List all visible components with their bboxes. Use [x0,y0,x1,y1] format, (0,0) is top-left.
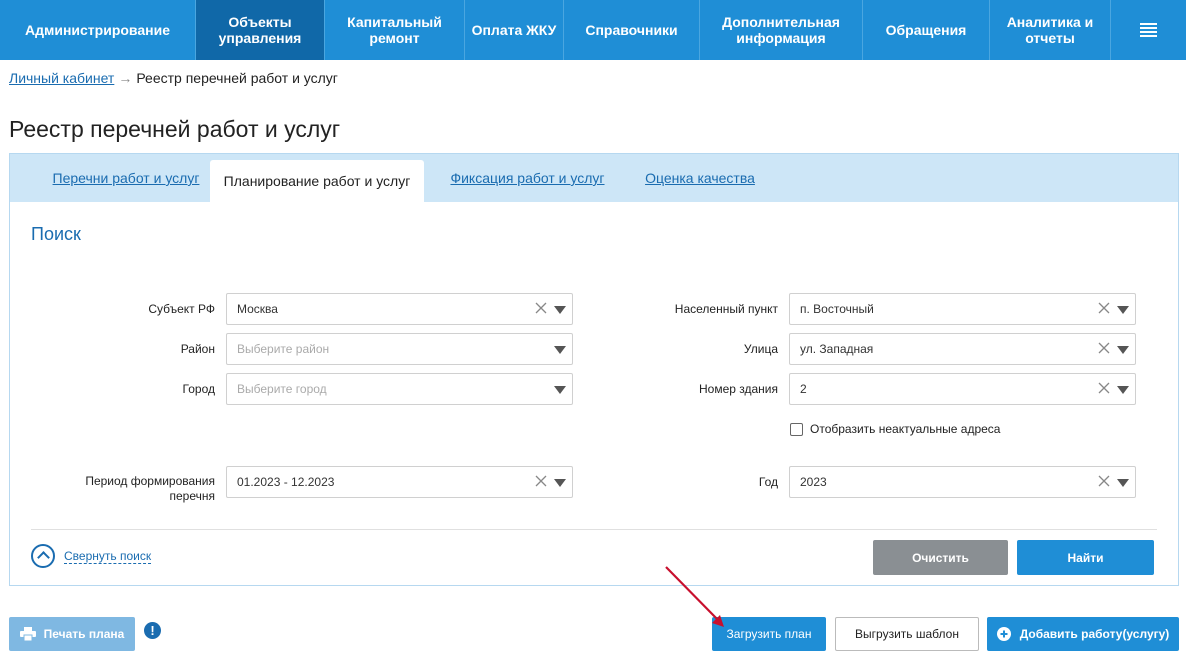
nav-item-appeals[interactable]: Обращения [863,0,990,60]
top-navigation: Администрирование Объекты управления Кап… [0,0,1186,60]
info-icon[interactable]: ! [144,622,161,639]
collapse-search-toggle[interactable]: Свернуть поиск [31,544,152,568]
breadcrumb-current: Реестр перечней работ и услуг [136,70,338,86]
period-value: 01.2023 - 12.2023 [237,475,335,489]
nav-item-utility-payment[interactable]: Оплата ЖКУ [465,0,564,60]
chevron-down-icon[interactable] [554,479,566,487]
nav-item-additional-info[interactable]: Дополнительная информация [700,0,863,60]
subject-label: Субъект РФ [148,302,215,316]
show-inactive-checkbox[interactable] [790,422,803,436]
street-select[interactable]: ул. Западная [789,333,1136,365]
chevron-down-icon[interactable] [1117,479,1129,487]
collapse-search-label: Свернуть поиск [64,548,152,564]
district-placeholder: Выберите район [237,342,330,356]
add-work-button[interactable]: Добавить работу(услугу) [987,617,1179,651]
print-plan-button[interactable]: Печать плана [9,617,135,651]
tab-work-lists[interactable]: Перечни работ и услуг [24,154,228,202]
breadcrumb: Личный кабинет → Реестр перечней работ и у… [9,70,338,86]
search-title: Поиск [31,224,81,244]
chevron-up-icon [31,544,55,568]
clear-icon[interactable] [1097,474,1111,488]
divider [31,529,1157,530]
street-value: ул. Западная [800,342,874,356]
show-inactive-checkbox-row[interactable]: Отобразить неактуальные адреса [790,422,1000,436]
year-label: Год [758,475,778,489]
period-label: Период формирования перечня [85,474,215,503]
clear-icon[interactable] [534,301,548,315]
printer-icon [19,627,36,641]
hamburger-menu-icon [1140,23,1157,37]
city-placeholder: Выберите город [237,382,327,396]
year-select[interactable]: 2023 [789,466,1136,498]
street-label: Улица [743,342,778,356]
nav-item-directories[interactable]: Справочники [564,0,700,60]
chevron-down-icon[interactable] [1117,386,1129,394]
chevron-down-icon[interactable] [1117,346,1129,354]
settlement-label: Населенный пункт [674,302,778,316]
download-template-button[interactable]: Выгрузить шаблон [835,617,979,651]
nav-item-capital-repair[interactable]: Капитальный ремонт [325,0,465,60]
breadcrumb-home-link[interactable]: Личный кабинет [9,70,114,86]
tab-work-fixation[interactable]: Фиксация работ и услуг [440,154,615,202]
subject-value: Москва [237,302,278,316]
nav-item-analytics[interactable]: Аналитика и отчеты [990,0,1111,60]
breadcrumb-separator: → [118,70,133,86]
chevron-down-icon[interactable] [554,386,566,394]
clear-icon[interactable] [1097,341,1111,355]
nav-item-administration[interactable]: Администрирование [0,0,196,60]
clear-icon[interactable] [534,474,548,488]
city-select[interactable]: Выберите город [226,373,573,405]
city-label: Город [182,382,215,396]
period-select[interactable]: 01.2023 - 12.2023 [226,466,573,498]
chevron-down-icon[interactable] [1117,306,1129,314]
district-label: Район [180,342,215,356]
nav-item-management-objects[interactable]: Объекты управления [196,0,325,60]
district-select[interactable]: Выберите район [226,333,573,365]
settlement-select[interactable]: п. Восточный [789,293,1136,325]
chevron-down-icon[interactable] [554,346,566,354]
annotation-arrow [665,566,724,627]
search-panel: Перечни работ и услуг Планирование работ… [9,153,1179,586]
building-label: Номер здания [698,382,778,396]
show-inactive-label: Отобразить неактуальные адреса [810,422,1001,436]
tab-work-planning[interactable]: Планирование работ и услуг [210,160,424,202]
page-title: Реестр перечней работ и услуг [9,116,341,142]
building-value: 2 [800,382,807,396]
print-plan-label: Печать плана [43,627,125,641]
plus-circle-icon [996,627,1011,641]
subject-select[interactable]: Москва [226,293,573,325]
building-select[interactable]: 2 [789,373,1136,405]
year-value: 2023 [800,475,827,489]
tab-bar: Перечни работ и услуг Планирование работ… [10,154,1178,202]
find-button[interactable]: Найти [1017,540,1154,575]
clear-icon[interactable] [1097,301,1111,315]
nav-item-menu[interactable] [1111,0,1186,60]
clear-icon[interactable] [1097,381,1111,395]
settlement-value: п. Восточный [800,302,874,316]
tab-quality-assessment[interactable]: Оценка качества [630,154,770,202]
chevron-down-icon[interactable] [554,306,566,314]
add-work-label: Добавить работу(услугу) [1019,627,1170,641]
clear-button[interactable]: Очистить [873,540,1008,575]
